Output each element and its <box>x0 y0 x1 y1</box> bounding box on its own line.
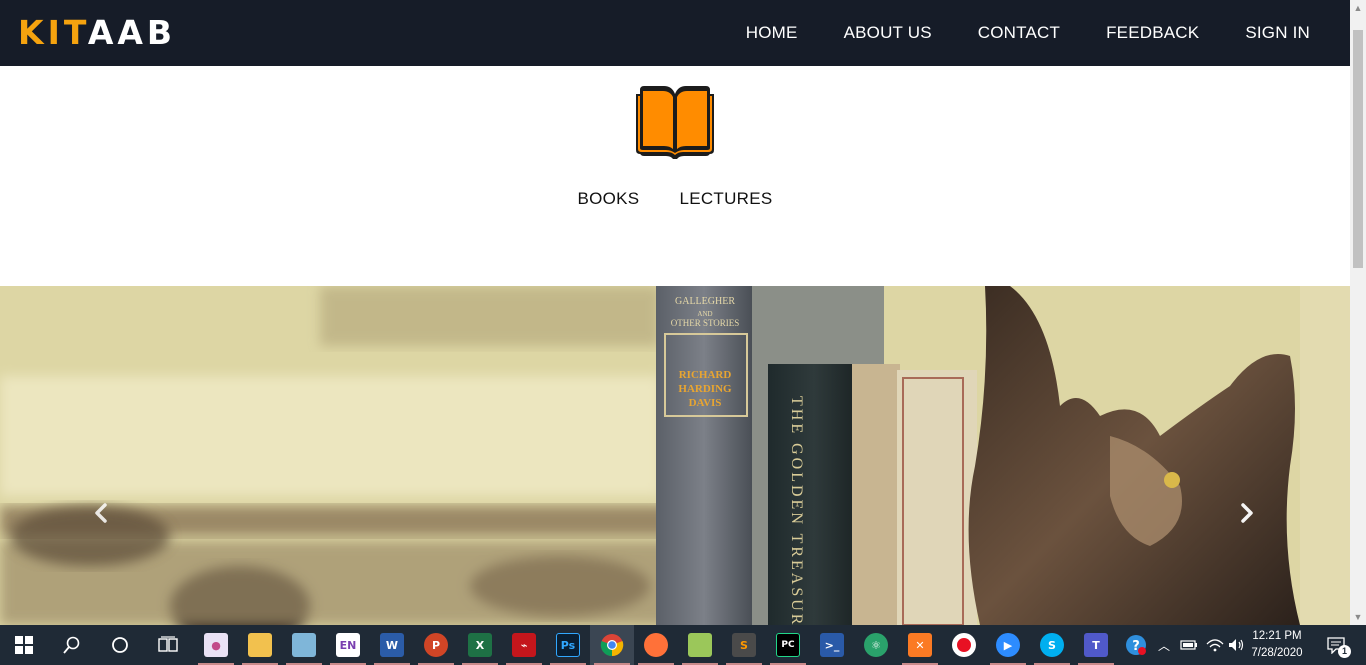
taskbar-app-sublime-text[interactable]: S <box>722 625 766 665</box>
acrobat-icon: ⌁ <box>512 633 536 657</box>
nav-sign-in[interactable]: SIGN IN <box>1245 23 1310 43</box>
help-icon: ? <box>1126 635 1146 655</box>
taskbar-app-xampp[interactable]: ✕ <box>898 625 942 665</box>
notepad-icon <box>292 633 316 657</box>
svg-text:HARDING: HARDING <box>678 383 732 395</box>
taskbar-app-onenote[interactable]: EN <box>326 625 370 665</box>
svg-text:RICHARD: RICHARD <box>679 369 732 381</box>
powershell-icon: >_ <box>820 633 844 657</box>
taskbar-app-skype[interactable]: S <box>1030 625 1074 665</box>
clock-time: 12:21 PM <box>1252 630 1302 642</box>
link-lectures[interactable]: LECTURES <box>679 189 772 209</box>
windows-taskbar: ● EN W P X ⌁ Ps S PC >_ ⚛ ✕ ▶ S T ? ︿ 12… <box>0 625 1366 665</box>
search-button[interactable] <box>52 625 92 665</box>
taskbar-app-paint[interactable]: ● <box>194 625 238 665</box>
windows-logo-icon <box>15 636 33 654</box>
brand-logo[interactable]: KITAAB <box>18 11 176 55</box>
nav-home[interactable]: HOME <box>746 23 798 43</box>
nav-about-us[interactable]: ABOUT US <box>844 23 932 43</box>
wifi-tray-button[interactable] <box>1204 625 1226 665</box>
image-carousel: GALLEGHER AND OTHER STORIES RICHARD HARD… <box>0 286 1350 625</box>
taskbar-app-zoom[interactable]: ▶ <box>986 625 1030 665</box>
sublime-text-icon: S <box>732 633 756 657</box>
taskbar-app-firefox[interactable] <box>634 625 678 665</box>
chevron-right-icon <box>1241 503 1253 523</box>
start-button[interactable] <box>4 625 44 665</box>
brand-logo-part2: AAB <box>87 13 177 52</box>
taskbar-app-powershell[interactable]: >_ <box>810 625 854 665</box>
skype-icon: S <box>1040 633 1064 657</box>
wifi-icon <box>1206 639 1224 652</box>
search-icon <box>63 636 80 654</box>
taskbar-app-notepad[interactable] <box>282 625 326 665</box>
taskbar-app-file-explorer[interactable] <box>238 625 282 665</box>
carousel-image-books: GALLEGHER AND OTHER STORIES RICHARD HARD… <box>0 286 1350 625</box>
taskbar-app-obs[interactable] <box>942 625 986 665</box>
carousel-prev-button[interactable] <box>86 498 116 528</box>
cortana-button[interactable] <box>100 625 140 665</box>
navbar: KITAAB HOME ABOUT US CONTACT FEEDBACK SI… <box>0 0 1350 66</box>
scroll-down-arrow-icon[interactable]: ▼ <box>1350 609 1366 625</box>
taskbar-app-word[interactable]: W <box>370 625 414 665</box>
taskbar-app-powerpoint[interactable]: P <box>414 625 458 665</box>
svg-text:DAVIS: DAVIS <box>689 397 722 409</box>
main-nav: HOME ABOUT US CONTACT FEEDBACK SIGN IN <box>700 0 1310 66</box>
clock-date: 7/28/2020 <box>1251 647 1303 659</box>
taskbar-app-chrome[interactable] <box>590 625 634 665</box>
notification-count-badge: 1 <box>1338 645 1351 658</box>
chevron-left-icon <box>95 503 107 523</box>
nav-contact[interactable]: CONTACT <box>978 23 1060 43</box>
scroll-up-arrow-icon[interactable]: ▲ <box>1350 0 1366 16</box>
task-view-button[interactable] <box>148 625 188 665</box>
chevron-up-icon: ︿ <box>1157 638 1170 653</box>
taskbar-app-pycharm[interactable]: PC <box>766 625 810 665</box>
photoshop-icon: Ps <box>556 633 580 657</box>
teams-icon: T <box>1084 633 1108 657</box>
taskbar-app-teams[interactable]: T <box>1074 625 1118 665</box>
taskbar-app-atom[interactable]: ⚛ <box>854 625 898 665</box>
word-icon: W <box>380 633 404 657</box>
help-tray-button[interactable]: ? <box>1124 625 1148 665</box>
sub-navigation: BOOKS LECTURES <box>0 189 1350 209</box>
task-view-icon <box>158 636 178 652</box>
svg-text:GALLEGHER: GALLEGHER <box>675 296 735 307</box>
brand-logo-part1: KIT <box>18 13 88 52</box>
atom-icon: ⚛ <box>864 633 888 657</box>
cortana-icon <box>112 637 128 653</box>
firefox-icon <box>644 633 668 657</box>
volume-icon <box>1229 639 1244 651</box>
svg-text:THE GOLDEN TREASURY: THE GOLDEN TREASURY <box>788 396 805 625</box>
record-icon <box>952 633 976 657</box>
notepad-plus-icon <box>688 633 712 657</box>
taskbar-app-photoshop[interactable]: Ps <box>546 625 590 665</box>
taskbar-app-excel[interactable]: X <box>458 625 502 665</box>
paint-icon: ● <box>204 633 228 657</box>
open-book-icon <box>636 86 714 159</box>
show-hidden-icons-button[interactable]: ︿ <box>1154 625 1174 665</box>
taskbar-clock[interactable]: 12:21 PM 7/28/2020 <box>1248 628 1306 662</box>
onenote-icon: EN <box>336 633 360 657</box>
folder-icon <box>248 633 272 657</box>
battery-icon <box>1180 640 1197 650</box>
vertical-scrollbar[interactable]: ▲ ▼ <box>1350 0 1366 625</box>
chrome-icon <box>600 634 624 657</box>
browser-page: KITAAB HOME ABOUT US CONTACT FEEDBACK SI… <box>0 0 1350 625</box>
link-books[interactable]: BOOKS <box>577 189 639 209</box>
volume-tray-button[interactable] <box>1226 625 1248 665</box>
battery-tray-button[interactable] <box>1178 625 1200 665</box>
xampp-icon: ✕ <box>908 633 932 657</box>
carousel-next-button[interactable] <box>1232 498 1262 528</box>
powerpoint-icon: P <box>424 633 448 657</box>
svg-text:OTHER STORIES: OTHER STORIES <box>671 318 740 328</box>
zoom-icon: ▶ <box>996 633 1020 657</box>
taskbar-app-acrobat[interactable]: ⌁ <box>502 625 546 665</box>
taskbar-app-notepad-plus[interactable] <box>678 625 722 665</box>
nav-feedback[interactable]: FEEDBACK <box>1106 23 1199 43</box>
action-center-button[interactable]: 1 <box>1316 625 1356 665</box>
pycharm-icon: PC <box>776 633 800 657</box>
scrollbar-thumb[interactable] <box>1353 30 1363 268</box>
svg-text:AND: AND <box>697 310 712 318</box>
excel-icon: X <box>468 633 492 657</box>
